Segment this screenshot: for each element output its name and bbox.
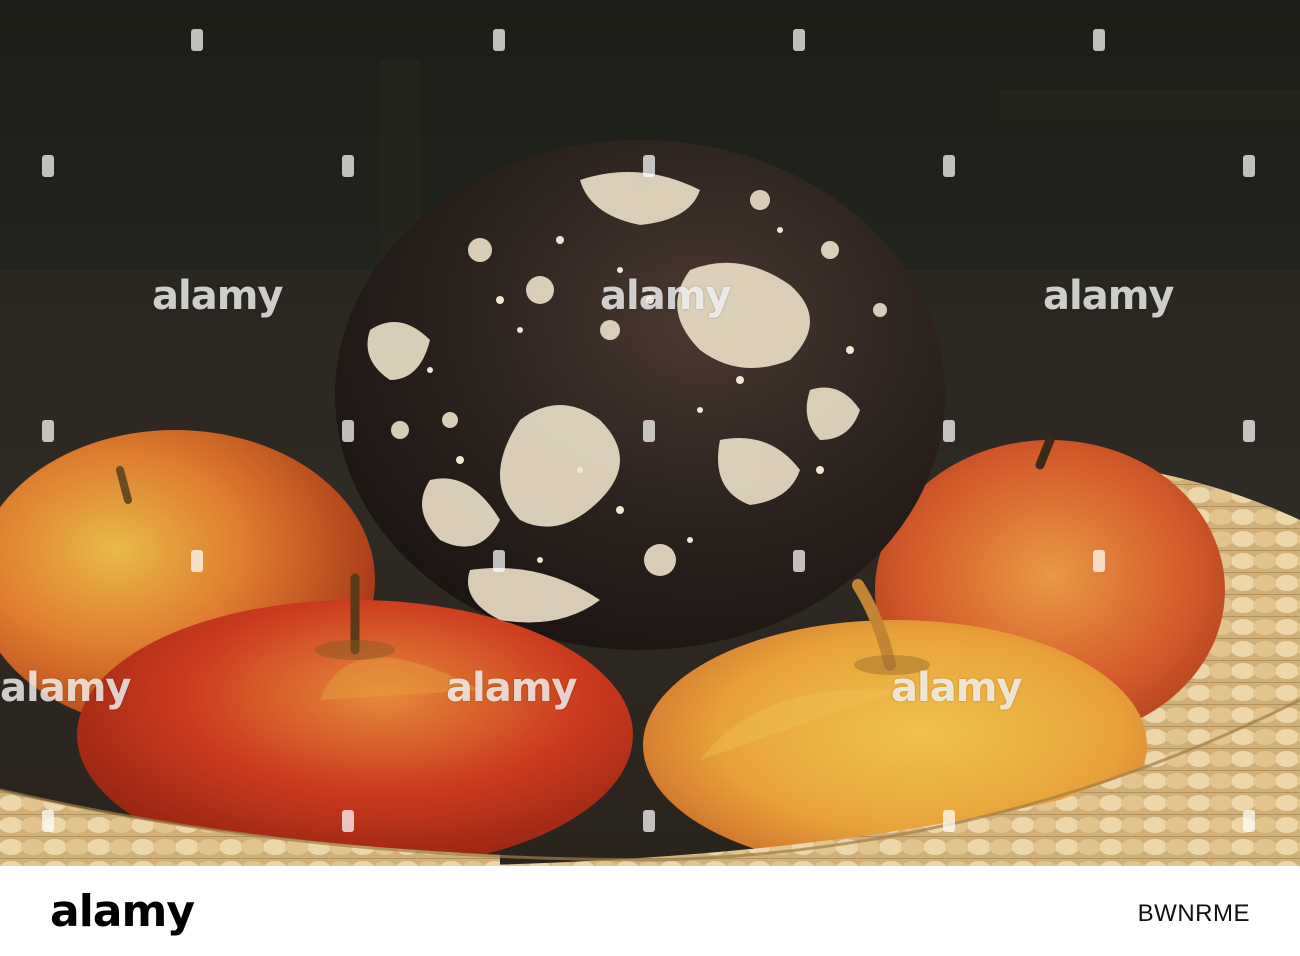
watermark-mark <box>943 420 955 442</box>
watermark-mark <box>42 155 54 177</box>
watermark-mark <box>943 155 955 177</box>
watermark-mark <box>42 810 54 832</box>
watermark-mark <box>643 420 655 442</box>
watermark-mark <box>1093 550 1105 572</box>
watermark-mark <box>493 550 505 572</box>
alamy-logo[interactable]: alamy <box>50 886 195 937</box>
watermark-mark <box>643 810 655 832</box>
watermark-mark <box>191 550 203 572</box>
watermark-text: alamy <box>152 273 283 319</box>
watermark-mark <box>793 29 805 51</box>
watermark-mark <box>342 810 354 832</box>
watermark-mark <box>1243 810 1255 832</box>
watermark-text: alamy <box>0 665 131 711</box>
watermark-mark <box>643 155 655 177</box>
watermark-mark <box>191 29 203 51</box>
footer-bar: alamy BWNRME <box>0 866 1300 956</box>
watermark-mark <box>42 420 54 442</box>
watermark-mark <box>1093 29 1105 51</box>
watermark-mark <box>793 550 805 572</box>
watermark-text: alamy <box>600 273 731 319</box>
watermark-mark <box>1243 155 1255 177</box>
watermark-mark <box>342 155 354 177</box>
watermark-mark <box>943 810 955 832</box>
watermark-mark <box>1243 420 1255 442</box>
watermark-mark <box>342 420 354 442</box>
watermark-mark <box>493 29 505 51</box>
watermark-text: alamy <box>446 665 577 711</box>
watermark-text: alamy <box>1043 273 1174 319</box>
image-id: BWNRME <box>1137 900 1250 927</box>
photo: alamy alamy alamy alamy alamy alamy <box>0 0 1300 866</box>
watermark-text: alamy <box>891 665 1022 711</box>
